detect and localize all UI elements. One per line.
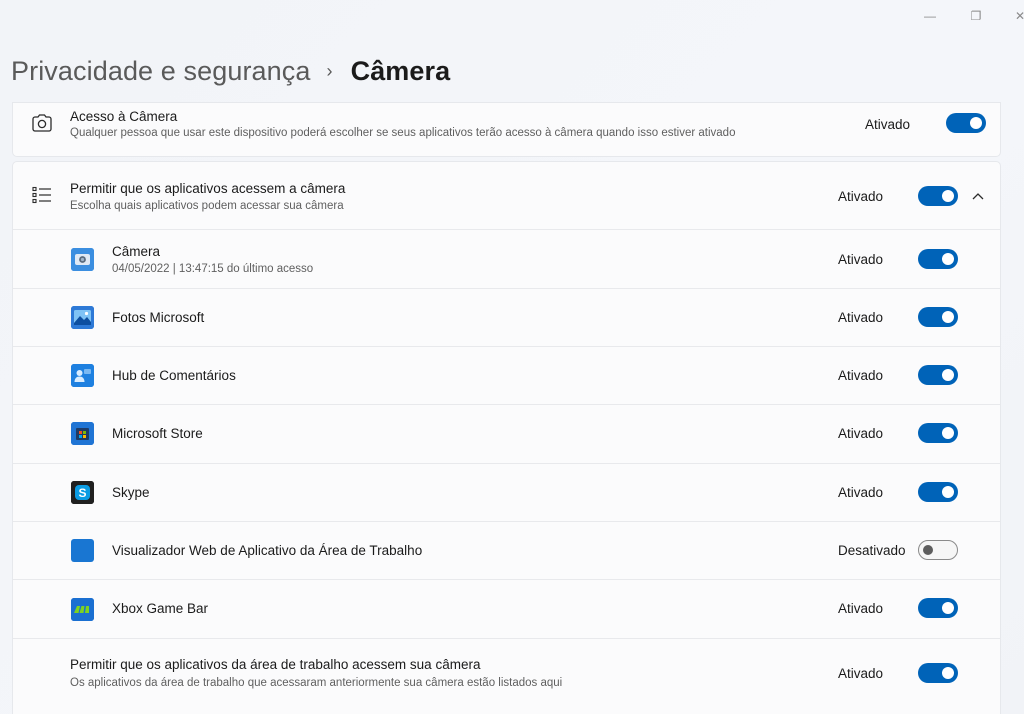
app-status: Ativado — [838, 252, 884, 267]
apps-access-status: Ativado — [838, 189, 884, 204]
breadcrumb-chevron-icon: › — [326, 61, 333, 81]
apps-access-toggle[interactable] — [918, 186, 958, 206]
breadcrumb: Privacidade e segurança › Câmera — [11, 56, 450, 87]
camera-access-card: Acesso à Câmera Qualquer pessoa que usar… — [12, 102, 1001, 157]
app-toggle-photos[interactable] — [918, 307, 958, 327]
app-name: Xbox Game Bar — [112, 601, 209, 616]
breadcrumb-parent-link[interactable]: Privacidade e segurança — [11, 56, 310, 87]
page-title: Câmera — [350, 56, 451, 86]
store-app-icon — [71, 422, 94, 445]
camera-access-title: Acesso à Câmera — [70, 109, 178, 124]
app-toggle-xbox-game-bar[interactable] — [918, 598, 958, 618]
app-row-camera: Câmera 04/05/2022 | 13:47:15 do último a… — [13, 230, 1000, 288]
app-row-photos: Fotos Microsoft Ativado — [13, 289, 1000, 346]
app-toggle-store[interactable] — [918, 423, 958, 443]
app-status: Desativado — [838, 543, 906, 558]
app-toggle-feedback-hub[interactable] — [918, 365, 958, 385]
feedback-hub-icon — [71, 364, 94, 387]
chevron-up-icon[interactable] — [970, 188, 986, 204]
app-name: Hub de Comentários — [112, 368, 236, 383]
photos-app-icon — [71, 306, 94, 329]
apps-access-subtitle: Escolha quais aplicativos podem acessar … — [70, 200, 344, 212]
desktop-apps-title: Permitir que os aplicativos da área de t… — [70, 657, 481, 672]
app-row-feedback-hub: Hub de Comentários Ativado — [13, 347, 1000, 404]
restore-icon[interactable]: ❐ — [966, 6, 986, 26]
desktop-apps-row: Permitir que os aplicativos da área de t… — [13, 639, 1000, 709]
app-row-store: Microsoft Store Ativado — [13, 405, 1000, 463]
camera-access-toggle[interactable] — [946, 113, 986, 133]
app-name: Visualizador Web de Aplicativo da Área d… — [112, 543, 423, 558]
xbox-game-bar-icon — [71, 598, 94, 621]
desktop-apps-status: Ativado — [838, 666, 884, 681]
app-name: Câmera — [112, 244, 161, 259]
apps-access-row[interactable]: Permitir que os aplicativos acessem a câ… — [13, 162, 1000, 229]
svg-text:S: S — [78, 486, 86, 500]
app-toggle-skype[interactable] — [918, 482, 958, 502]
web-viewer-app-icon — [71, 539, 94, 562]
desktop-apps-toggle[interactable] — [918, 663, 958, 683]
list-icon — [31, 184, 53, 206]
app-status: Ativado — [838, 601, 884, 616]
app-name: Skype — [112, 485, 150, 500]
skype-app-icon: S — [71, 481, 94, 504]
apps-access-title: Permitir que os aplicativos acessem a câ… — [70, 181, 346, 196]
app-status: Ativado — [838, 485, 884, 500]
camera-app-icon — [71, 248, 94, 271]
app-status: Ativado — [838, 426, 884, 441]
app-toggle-camera[interactable] — [918, 249, 958, 269]
app-name: Microsoft Store — [112, 426, 203, 441]
camera-access-status: Ativado — [865, 117, 911, 132]
settings-window: — ❐ ✕ Privacidade e segurança › Câmera A… — [0, 0, 1024, 714]
app-row-xbox-game-bar: Xbox Game Bar Ativado — [13, 580, 1000, 638]
camera-icon — [31, 112, 53, 134]
desktop-apps-subtitle: Os aplicativos da área de trabalho que a… — [70, 677, 563, 689]
app-row-web-viewer: Visualizador Web de Aplicativo da Área d… — [13, 522, 1000, 579]
app-status: Ativado — [838, 368, 884, 383]
app-toggle-web-viewer[interactable] — [918, 540, 958, 560]
minimize-icon[interactable]: — — [920, 6, 940, 26]
camera-access-subtitle: Qualquer pessoa que usar este dispositiv… — [70, 127, 736, 139]
close-icon[interactable]: ✕ — [1010, 6, 1024, 26]
app-row-skype: S Skype Ativado — [13, 464, 1000, 521]
app-status: Ativado — [838, 310, 884, 325]
app-permissions-card: Permitir que os aplicativos acessem a câ… — [12, 161, 1001, 714]
app-name: Fotos Microsoft — [112, 310, 205, 325]
app-last-access: 04/05/2022 | 13:47:15 do último acesso — [112, 263, 314, 275]
